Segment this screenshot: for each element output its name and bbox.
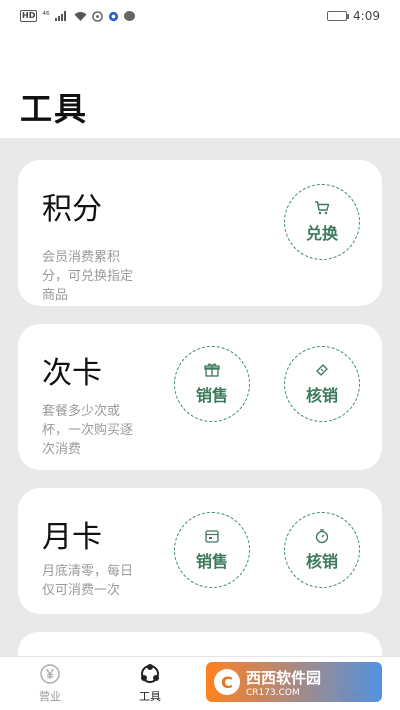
nav-item-business[interactable]: 营业 bbox=[0, 657, 100, 710]
status-icons: HD ⁴⁶ bbox=[20, 10, 135, 22]
signal-text: ⁴⁶ bbox=[42, 11, 50, 21]
battery-icon bbox=[327, 11, 350, 21]
watermark-logo-icon: C bbox=[214, 669, 240, 695]
status-right: 4:09 bbox=[327, 9, 380, 23]
card-description: 套餐多少次或 杯，一次购买逐 次消费 bbox=[42, 404, 134, 457]
card-title: 积分 bbox=[42, 192, 102, 227]
wifi-icon bbox=[74, 12, 87, 21]
signal-icon bbox=[54, 11, 66, 21]
monthly-card: 月卡 月底清零，每日 仅可消费一次 销售 核销 bbox=[18, 488, 382, 614]
redeem-label: 兑换 bbox=[305, 224, 338, 243]
monthly-verify-button[interactable]: 核销 bbox=[284, 512, 360, 588]
card-title: 次卡 bbox=[42, 356, 102, 391]
nav-label: 营业 bbox=[39, 690, 61, 703]
message-icon bbox=[123, 11, 135, 21]
page-title: 工具 bbox=[20, 90, 89, 128]
watermark-logo: C 西西软件园 CR173.COM bbox=[206, 662, 382, 702]
points-card: 积分 会员消费累积 分，可兑换指定 商品 兑换 bbox=[18, 160, 382, 306]
ticket-icon bbox=[316, 364, 328, 376]
status-bar: HD ⁴⁶ 4:09 bbox=[0, 0, 400, 32]
card-title: 月卡 bbox=[42, 520, 102, 555]
sell-label: 销售 bbox=[195, 386, 228, 405]
app-notification-icon bbox=[108, 11, 118, 21]
nav-label: 工具 bbox=[139, 690, 161, 703]
content-area: 积分 会员消费累积 分，可兑换指定 商品 兑换 次卡 套餐多少次或 杯，一次购买… bbox=[0, 138, 400, 672]
nfc-icon bbox=[91, 10, 103, 22]
times-card: 次卡 套餐多少次或 杯，一次购买逐 次消费 销售 核销 bbox=[18, 324, 382, 470]
sell-label: 销售 bbox=[195, 552, 228, 571]
verify-label: 核销 bbox=[305, 552, 338, 571]
tools-icon bbox=[141, 664, 159, 683]
yen-icon bbox=[40, 664, 60, 684]
cart-icon bbox=[315, 201, 330, 215]
status-time: 4:09 bbox=[353, 9, 380, 23]
monthly-sell-button[interactable]: 销售 bbox=[174, 512, 250, 588]
calendar-icon bbox=[205, 530, 219, 543]
nav-item-tools[interactable]: 工具 bbox=[100, 657, 200, 710]
timer-icon bbox=[315, 529, 329, 544]
verify-label: 核销 bbox=[305, 386, 338, 405]
card-description: 会员消费累积 分，可兑换指定 商品 bbox=[42, 250, 134, 303]
watermark-sub: CR173.COM bbox=[246, 687, 300, 698]
times-sell-button[interactable]: 销售 bbox=[174, 346, 250, 422]
hd-icon: HD bbox=[20, 10, 38, 22]
times-verify-button[interactable]: 核销 bbox=[284, 346, 360, 422]
redeem-button[interactable]: 兑换 bbox=[284, 184, 360, 260]
gift-icon bbox=[204, 363, 220, 377]
watermark-main: 西西软件园 bbox=[246, 668, 322, 687]
card-description: 月底清零，每日 仅可消费一次 bbox=[42, 564, 134, 598]
watermark-text: 西西软件园 CR173.COM bbox=[246, 667, 321, 698]
